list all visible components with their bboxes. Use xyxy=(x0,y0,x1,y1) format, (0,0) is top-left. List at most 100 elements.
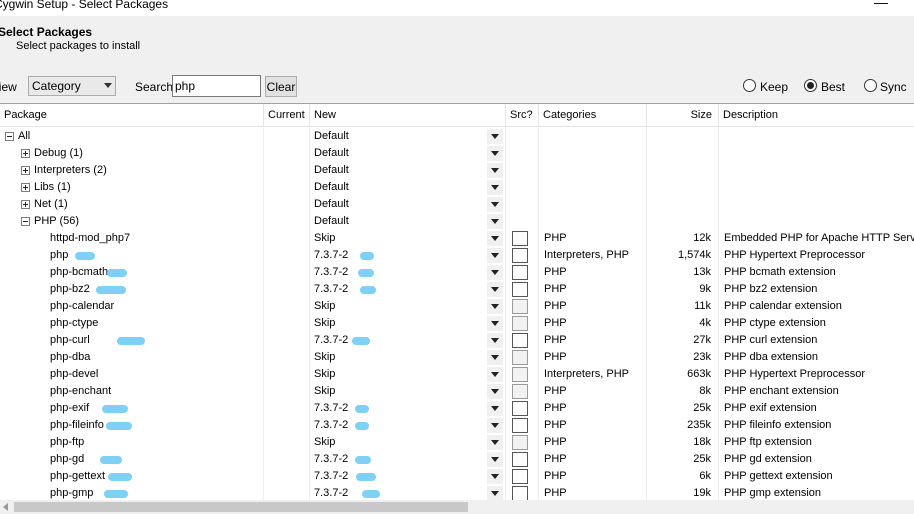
new-version-dropdown[interactable] xyxy=(487,197,503,212)
page-subtitle: Select packages to install xyxy=(16,40,141,52)
package-row[interactable]: php-devel Skip Interpreters, PHP 663k PHP Hy… xyxy=(0,366,914,383)
src-checkbox[interactable] xyxy=(512,486,528,501)
column-header-package[interactable]: Package xyxy=(0,104,264,126)
column-header-categories[interactable]: Categories xyxy=(539,104,647,126)
package-categories: PHP xyxy=(544,334,567,346)
package-row[interactable]: php-fileinfo 7.3.7-2 PHP 235k PHP fileinfo e… xyxy=(0,417,914,434)
new-version-dropdown[interactable] xyxy=(487,146,503,161)
expand-icon[interactable] xyxy=(21,166,30,175)
new-version-dropdown[interactable] xyxy=(487,163,503,178)
category-row[interactable]: Libs (1) Default xyxy=(0,179,914,196)
package-row[interactable]: php-bcmath 7.3.7-2 PHP 13k PHP bcmath extens… xyxy=(0,264,914,281)
package-row[interactable]: php-ctype Skip PHP 4k PHP ctype extension xyxy=(0,315,914,332)
clear-button[interactable]: Clear xyxy=(265,76,297,97)
package-row[interactable]: php-calendar Skip PHP 11k PHP calendar exten… xyxy=(0,298,914,315)
best-radio[interactable] xyxy=(804,79,817,92)
new-version-dropdown[interactable] xyxy=(487,367,503,382)
expand-icon[interactable] xyxy=(21,149,30,158)
keep-radio-label: Keep xyxy=(760,80,789,94)
package-row[interactable]: php-curl 7.3.7-2 PHP 27k PHP curl extension xyxy=(0,332,914,349)
highlight-mark xyxy=(96,286,126,294)
src-checkbox[interactable] xyxy=(512,316,528,331)
keep-radio[interactable] xyxy=(743,79,756,92)
package-row[interactable]: php-ftp Skip PHP 18k PHP ftp extension xyxy=(0,434,914,451)
package-row[interactable]: php-bz2 7.3.7-2 PHP 9k PHP bz2 extension xyxy=(0,281,914,298)
package-row[interactable]: php-gd 7.3.7-2 PHP 25k PHP gd extension xyxy=(0,451,914,468)
category-row[interactable]: PHP (56) Default xyxy=(0,213,914,230)
category-row[interactable]: Net (1) Default xyxy=(0,196,914,213)
package-size: 27k xyxy=(693,334,711,346)
horizontal-scrollbar[interactable] xyxy=(0,500,914,514)
new-version-dropdown[interactable] xyxy=(487,299,503,314)
category-row[interactable]: All Default xyxy=(0,128,914,145)
category-row[interactable]: Debug (1) Default xyxy=(0,145,914,162)
column-header-new[interactable]: New xyxy=(310,104,506,126)
expand-icon[interactable] xyxy=(21,200,30,209)
package-categories: PHP xyxy=(544,385,567,397)
search-input[interactable] xyxy=(172,75,261,97)
package-current xyxy=(264,400,308,417)
src-checkbox[interactable] xyxy=(512,435,528,450)
highlight-mark xyxy=(108,473,132,481)
new-version-dropdown[interactable] xyxy=(487,214,503,229)
collapse-icon[interactable] xyxy=(5,132,14,141)
package-row[interactable]: php-exif 7.3.7-2 PHP 25k PHP exif extension xyxy=(0,400,914,417)
column-header-size[interactable]: Size xyxy=(647,104,719,126)
collapse-icon[interactable] xyxy=(21,217,30,226)
highlight-mark xyxy=(106,422,132,430)
new-version-dropdown[interactable] xyxy=(487,350,503,365)
src-checkbox[interactable] xyxy=(512,282,528,297)
src-checkbox[interactable] xyxy=(512,231,528,246)
package-description: PHP Hypertext Preprocessor xyxy=(724,249,866,261)
view-select[interactable]: Category xyxy=(28,76,116,96)
sync-radio[interactable] xyxy=(864,79,877,92)
new-version-dropdown[interactable] xyxy=(487,265,503,280)
src-checkbox[interactable] xyxy=(512,401,528,416)
package-name: php-ftp xyxy=(50,436,85,448)
src-checkbox[interactable] xyxy=(512,265,528,280)
new-version-dropdown[interactable] xyxy=(487,452,503,467)
scroll-left-icon[interactable] xyxy=(3,503,8,511)
new-version-dropdown[interactable] xyxy=(487,384,503,399)
src-checkbox[interactable] xyxy=(512,299,528,314)
new-version-dropdown[interactable] xyxy=(487,486,503,501)
src-checkbox[interactable] xyxy=(512,367,528,382)
new-version-dropdown[interactable] xyxy=(487,435,503,450)
new-version-dropdown[interactable] xyxy=(487,248,503,263)
highlight-mark xyxy=(100,456,122,464)
new-version-dropdown[interactable] xyxy=(487,469,503,484)
src-checkbox[interactable] xyxy=(512,418,528,433)
new-version-dropdown[interactable] xyxy=(487,180,503,195)
package-row[interactable]: php 7.3.7-2 Interpreters, PHP 1,574k PHP Hyp… xyxy=(0,247,914,264)
new-version-dropdown[interactable] xyxy=(487,231,503,246)
src-checkbox[interactable] xyxy=(512,248,528,263)
package-name: httpd-mod_php7 xyxy=(50,232,131,244)
package-description: PHP fileinfo extension xyxy=(724,419,832,431)
src-checkbox[interactable] xyxy=(512,333,528,348)
package-size: 11k xyxy=(694,300,711,312)
src-checkbox[interactable] xyxy=(512,469,528,484)
new-version-dropdown[interactable] xyxy=(487,333,503,348)
package-row[interactable]: php-gettext 7.3.7-2 PHP 6k PHP gettext exten… xyxy=(0,468,914,485)
new-version-dropdown[interactable] xyxy=(487,316,503,331)
scrollbar-thumb[interactable] xyxy=(14,502,468,512)
close-icon[interactable]: — xyxy=(874,0,888,10)
src-checkbox[interactable] xyxy=(512,350,528,365)
category-label: Interpreters (2) xyxy=(34,164,107,176)
src-checkbox[interactable] xyxy=(512,452,528,467)
package-row[interactable]: httpd-mod_php7 Skip PHP 12k Embedded PHP for… xyxy=(0,230,914,247)
new-version-value: 7.3.7-2 xyxy=(314,470,349,482)
category-row[interactable]: Interpreters (2) Default xyxy=(0,162,914,179)
column-header-src[interactable]: Src? xyxy=(506,104,539,126)
new-version-dropdown[interactable] xyxy=(487,129,503,144)
src-checkbox[interactable] xyxy=(512,384,528,399)
new-version-dropdown[interactable] xyxy=(487,282,503,297)
package-row[interactable]: php-dba Skip PHP 23k PHP dba extension xyxy=(0,349,914,366)
new-version-dropdown[interactable] xyxy=(487,418,503,433)
new-version-value: Default xyxy=(314,147,349,159)
column-header-description[interactable]: Description xyxy=(719,104,914,126)
new-version-dropdown[interactable] xyxy=(487,401,503,416)
expand-icon[interactable] xyxy=(21,183,30,192)
package-row[interactable]: php-enchant Skip PHP 8k PHP enchant extensio… xyxy=(0,383,914,400)
column-header-current[interactable]: Current xyxy=(264,104,310,126)
